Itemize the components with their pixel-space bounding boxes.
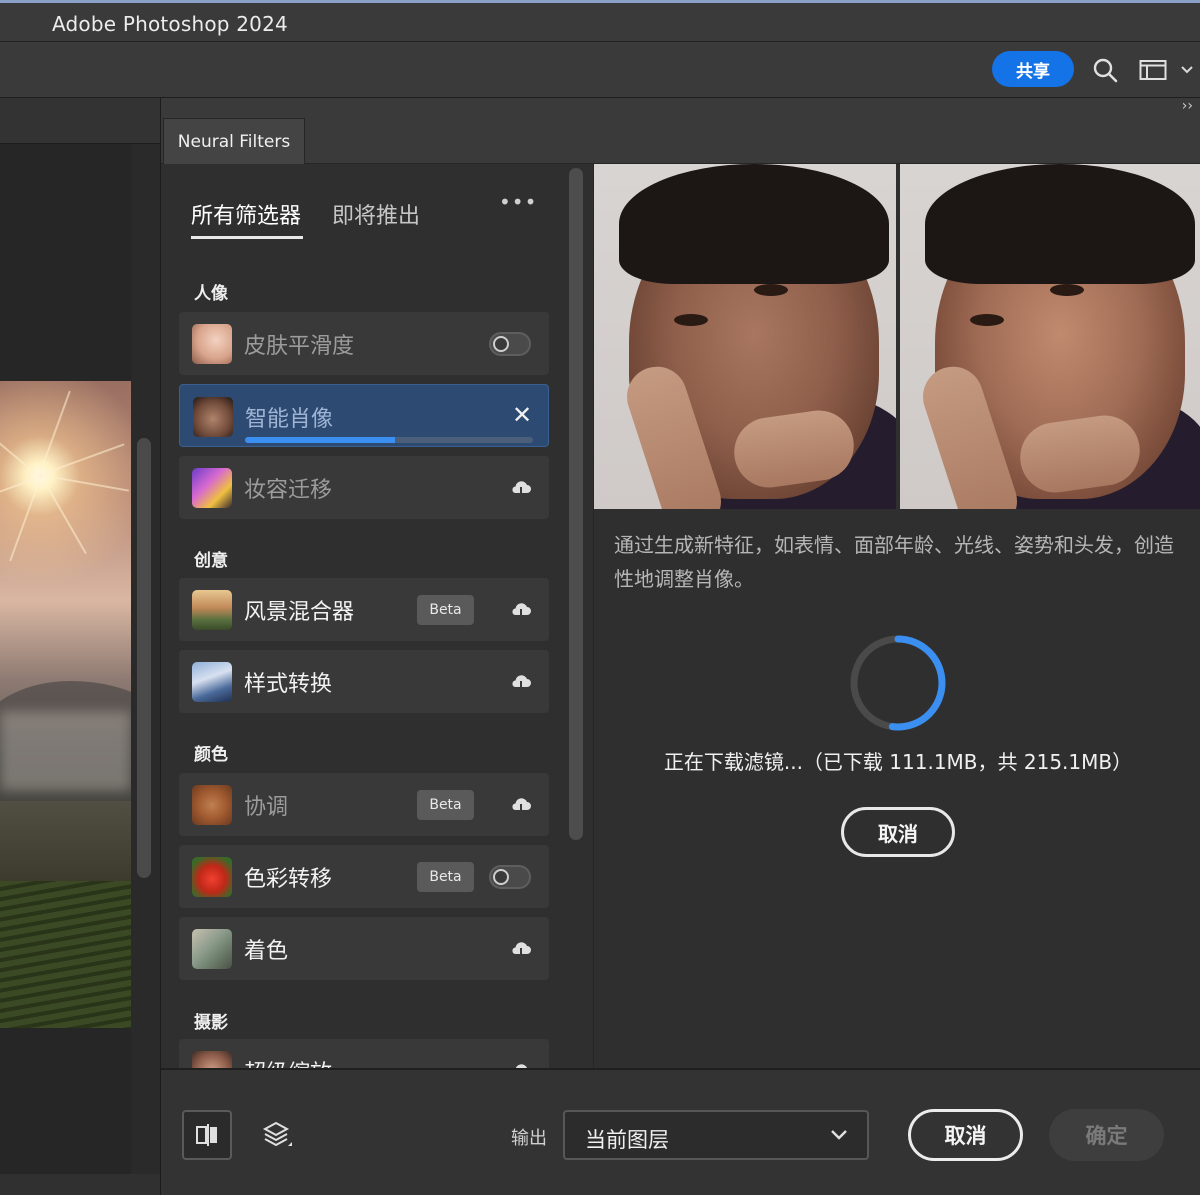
preview-after-image bbox=[900, 164, 1200, 509]
more-options-icon[interactable]: ••• bbox=[499, 190, 537, 214]
document-canvas-area bbox=[0, 98, 160, 1195]
app-title: Adobe Photoshop 2024 bbox=[52, 12, 288, 36]
cloud-download-icon[interactable] bbox=[509, 598, 533, 622]
tab-coming-soon[interactable]: 即将推出 bbox=[332, 198, 420, 230]
document-tab-strip bbox=[0, 98, 160, 144]
output-label: 输出 bbox=[511, 1128, 547, 1149]
filter-name: 皮肤平滑度 bbox=[244, 334, 355, 359]
super-zoom-thumbnail bbox=[192, 1051, 232, 1068]
filter-row-smart-portrait[interactable]: 智能肖像 ✕ bbox=[179, 384, 549, 447]
cloud-download-icon[interactable] bbox=[509, 1059, 533, 1068]
layers-icon bbox=[262, 1121, 292, 1147]
colorize-thumbnail bbox=[192, 929, 232, 969]
panel-body: 所有筛选器 即将推出 ••• 人像 皮肤平滑度 智能肖像 ✕ 妆容迁移 创意 风… bbox=[161, 164, 1200, 1068]
panel-footer: 输出 当前图层 取消 确定 bbox=[161, 1068, 1200, 1195]
workspace-icon[interactable] bbox=[1139, 56, 1167, 84]
makeup-transfer-thumbnail bbox=[192, 468, 232, 508]
output-select-value: 当前图层 bbox=[585, 1128, 669, 1152]
canvas-status-strip bbox=[0, 1174, 160, 1195]
search-icon[interactable] bbox=[1091, 56, 1119, 84]
download-progress-fill bbox=[245, 437, 395, 443]
filter-row-makeup-transfer[interactable]: 妆容迁移 bbox=[179, 456, 549, 519]
filter-name: 色彩转移 bbox=[244, 867, 333, 892]
preview-before-image bbox=[594, 164, 896, 509]
download-progress-bar bbox=[245, 437, 533, 443]
options-bar: 共享 bbox=[0, 42, 1200, 98]
output-select[interactable]: 当前图层 bbox=[563, 1110, 869, 1160]
beta-badge: Beta bbox=[417, 595, 474, 625]
chevron-down-icon[interactable] bbox=[1176, 56, 1198, 84]
skin-smoothing-toggle[interactable] bbox=[489, 332, 531, 356]
filter-row-color-transfer[interactable]: 色彩转移 Beta bbox=[179, 845, 549, 908]
ok-button[interactable]: 确定 bbox=[1049, 1109, 1164, 1161]
filter-name: 样式转换 bbox=[244, 672, 333, 697]
filter-list-scrollbar[interactable] bbox=[569, 168, 583, 840]
canvas-scrollbar[interactable] bbox=[137, 438, 151, 878]
filter-name: 协调 bbox=[244, 795, 289, 820]
collapse-panels-icon[interactable]: ›› bbox=[1182, 98, 1193, 114]
filter-row-landscape-mixer[interactable]: 风景混合器 Beta bbox=[179, 578, 549, 641]
smart-portrait-thumbnail bbox=[193, 397, 233, 437]
compare-view-button[interactable] bbox=[182, 1110, 232, 1160]
color-transfer-thumbnail bbox=[192, 857, 232, 897]
active-tab-underline bbox=[191, 236, 303, 239]
filter-row-harmonize[interactable]: 协调 Beta bbox=[179, 773, 549, 836]
filter-row-super-zoom[interactable]: 超级缩放 bbox=[179, 1039, 549, 1068]
cloud-download-icon[interactable] bbox=[509, 793, 533, 817]
category-portrait: 人像 bbox=[194, 284, 228, 304]
close-icon[interactable]: ✕ bbox=[512, 403, 532, 427]
chevron-down-icon bbox=[831, 1130, 847, 1140]
landscape-photo bbox=[0, 381, 131, 1028]
cloud-download-icon[interactable] bbox=[509, 476, 533, 500]
layers-button[interactable] bbox=[253, 1110, 303, 1160]
filter-name: 妆容迁移 bbox=[244, 478, 333, 503]
document-canvas bbox=[0, 144, 131, 1174]
loading-spinner bbox=[850, 635, 946, 731]
style-transfer-thumbnail bbox=[192, 662, 232, 702]
color-transfer-toggle[interactable] bbox=[489, 865, 531, 889]
category-creative: 创意 bbox=[194, 551, 228, 571]
harmonize-thumbnail bbox=[192, 785, 232, 825]
cloud-download-icon[interactable] bbox=[509, 670, 533, 694]
landscape-mixer-thumbnail bbox=[192, 590, 232, 630]
filter-preview: 通过生成新特征，如表情、面部年龄、光线、姿势和头发，创造性地调整肖像。 正在下载… bbox=[593, 164, 1200, 1068]
panel-tab-bar: Neural Filters bbox=[161, 116, 1200, 164]
category-color: 颜色 bbox=[194, 745, 228, 765]
tab-neural-filters[interactable]: Neural Filters bbox=[163, 118, 305, 164]
panel-top-strip: ›› bbox=[161, 98, 1200, 116]
beta-badge: Beta bbox=[417, 862, 474, 892]
filter-row-skin-smoothing[interactable]: 皮肤平滑度 bbox=[179, 312, 549, 375]
beta-badge: Beta bbox=[417, 790, 474, 820]
tab-all-filters[interactable]: 所有筛选器 bbox=[191, 198, 301, 230]
neural-filters-panel: ›› Neural Filters 所有筛选器 即将推出 ••• 人像 皮肤平滑… bbox=[160, 98, 1200, 1195]
filter-name: 风景混合器 bbox=[244, 600, 355, 625]
filter-list: 所有筛选器 即将推出 ••• 人像 皮肤平滑度 智能肖像 ✕ 妆容迁移 创意 风… bbox=[161, 164, 591, 1068]
title-bar: Adobe Photoshop 2024 bbox=[0, 0, 1200, 42]
filter-row-colorize[interactable]: 着色 bbox=[179, 917, 549, 980]
filter-name: 超级缩放 bbox=[244, 1055, 332, 1068]
filter-row-style-transfer[interactable]: 样式转换 bbox=[179, 650, 549, 713]
share-button[interactable]: 共享 bbox=[992, 51, 1074, 87]
category-photography: 摄影 bbox=[194, 1013, 228, 1033]
filter-name: 智能肖像 bbox=[245, 407, 334, 432]
cloud-download-icon[interactable] bbox=[509, 937, 533, 961]
skin-smoothing-thumbnail bbox=[192, 324, 232, 364]
split-view-icon bbox=[196, 1124, 217, 1146]
filter-name: 着色 bbox=[244, 939, 289, 964]
filter-description: 通过生成新特征，如表情、面部年龄、光线、姿势和头发，创造性地调整肖像。 bbox=[614, 533, 1174, 591]
cancel-download-button[interactable]: 取消 bbox=[841, 807, 955, 857]
download-status-text: 正在下载滤镜...（已下载 111.1MB，共 215.1MB） bbox=[663, 750, 1133, 774]
cancel-button[interactable]: 取消 bbox=[908, 1109, 1023, 1161]
